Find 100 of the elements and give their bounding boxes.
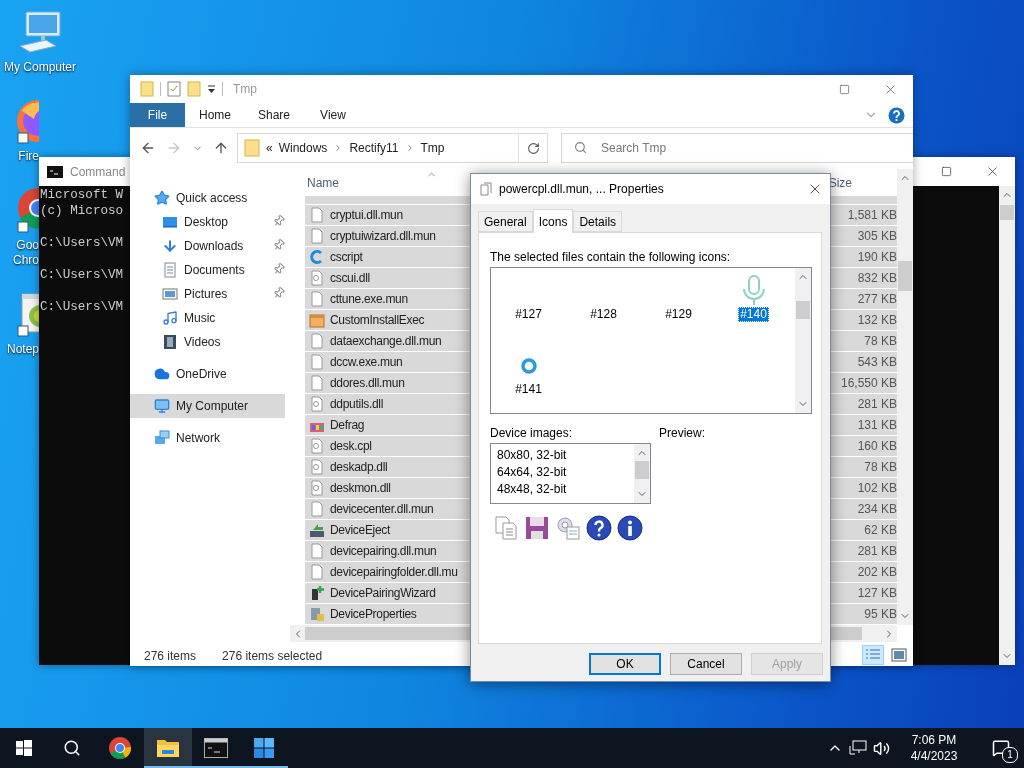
close-icon[interactable] — [883, 82, 898, 97]
icon-label[interactable]: #129 — [663, 307, 694, 322]
file-size: 543 KB — [857, 355, 897, 369]
file-name: dccw.exe.mun — [330, 355, 403, 369]
file-size: 281 KB — [857, 544, 897, 558]
chrome-icon[interactable] — [108, 736, 132, 760]
scrollbar-thumb[interactable] — [1000, 205, 1014, 220]
help-icon[interactable] — [888, 106, 905, 124]
dropdown-icon[interactable] — [207, 84, 216, 94]
icon-label[interactable]: #140 — [738, 307, 769, 322]
network-icon — [154, 430, 170, 446]
address-bar[interactable]: « Windows Rectify11 Tmp — [237, 133, 548, 163]
close-icon[interactable] — [985, 164, 1000, 179]
file-size: 1,581 KB — [847, 208, 897, 222]
folder-icon[interactable] — [156, 737, 180, 759]
icon-label[interactable]: #127 — [513, 307, 544, 322]
file-size: 127 KB — [857, 586, 897, 600]
ribbon-tab[interactable]: Home — [186, 103, 244, 127]
picture-icon — [162, 286, 178, 302]
icon-label[interactable]: #141 — [513, 382, 544, 397]
file-name: ddores.dll.mun — [330, 376, 405, 390]
file-name: DeviceProperties — [330, 607, 417, 621]
nav-item[interactable]: Desktop — [130, 210, 285, 234]
breadcrumb-overflow[interactable]: « — [266, 141, 273, 155]
list-item[interactable]: 48x48, 32-bit — [497, 481, 634, 498]
scrollbar-thumb[interactable] — [635, 461, 649, 479]
scrollbar[interactable] — [999, 186, 1015, 665]
copy-icon[interactable] — [494, 515, 518, 541]
dialog-button[interactable]: Cancel — [670, 653, 742, 675]
file-menu-tab[interactable]: File — [130, 103, 185, 127]
refresh-icon[interactable] — [526, 141, 540, 155]
list-item[interactable]: 64x64, 32-bit — [497, 464, 634, 481]
file-size: 202 KB — [857, 565, 897, 579]
list-item[interactable]: 80x80, 32-bit — [497, 447, 634, 464]
scrollbar-thumb[interactable] — [796, 301, 810, 319]
breadcrumb[interactable]: Tmp — [420, 141, 445, 155]
tab[interactable]: Icons — [532, 209, 574, 233]
maximize-icon[interactable] — [941, 166, 952, 177]
search-field[interactable]: Search Tmp — [561, 133, 913, 163]
nav-item[interactable]: Videos — [130, 330, 285, 354]
device-images-label: Device images: — [490, 426, 574, 440]
maximize-icon[interactable] — [839, 84, 850, 95]
breadcrumb[interactable]: Windows — [278, 141, 328, 155]
scrollbar[interactable] — [634, 444, 650, 503]
gear-document-icon[interactable] — [555, 515, 581, 541]
nav-item[interactable]: Downloads — [130, 234, 285, 258]
breadcrumb[interactable]: Rectify11 — [349, 141, 399, 155]
volume-icon[interactable] — [873, 739, 890, 757]
clock[interactable]: 7:06 PM 4/4/2023 — [896, 732, 972, 764]
film-icon — [162, 334, 178, 350]
item-count: 276 items — [144, 648, 197, 663]
scrollbar[interactable] — [897, 169, 913, 625]
drive-eject-icon — [309, 522, 325, 538]
file-name: dataexchange.dll.mun — [330, 334, 442, 348]
console-line: Microsoft W — [40, 187, 124, 203]
file-size: 78 KB — [864, 334, 897, 348]
firefox-icon[interactable] — [14, 97, 39, 145]
nav-item[interactable]: My Computer — [130, 394, 285, 418]
search-icon[interactable] — [63, 739, 81, 757]
nav-item[interactable]: Pictures — [130, 282, 285, 306]
properties-icon[interactable] — [167, 81, 181, 97]
file-size: 95 KB — [864, 607, 897, 621]
windows-logo-icon[interactable] — [16, 740, 32, 756]
column-header[interactable]: Name — [307, 175, 339, 190]
ring-icon — [520, 358, 537, 374]
console-line: (c) Microso — [40, 203, 124, 219]
file-size: 281 KB — [857, 397, 897, 411]
ribbon-tab[interactable]: Share — [245, 103, 303, 127]
ribbon-tab[interactable]: View — [304, 103, 362, 127]
notifications-button[interactable]: 1 — [978, 728, 1024, 768]
tab[interactable]: Details — [573, 211, 623, 232]
nav-item[interactable]: Quick access — [130, 186, 285, 210]
tiles-icon[interactable] — [253, 737, 275, 759]
file-size: 160 KB — [857, 439, 897, 453]
network-icon[interactable] — [849, 740, 867, 756]
scrollbar[interactable] — [795, 268, 811, 413]
file-name: deskadp.dll — [330, 460, 388, 474]
selection-count: 276 items selected — [222, 648, 323, 663]
terminal-icon[interactable] — [204, 738, 228, 758]
up-icon[interactable] — [213, 140, 229, 156]
file-name: CustomInstallExec — [330, 313, 425, 327]
nav-item[interactable]: Music — [130, 306, 285, 330]
icon-label[interactable]: #128 — [588, 307, 619, 322]
help-icon[interactable] — [586, 515, 612, 541]
file-size: 16,550 KB — [840, 376, 897, 390]
file-name: desk.cpl — [330, 439, 372, 453]
music-note-icon — [162, 310, 178, 326]
file-name: ddputils.dll — [330, 397, 384, 411]
device-plus-icon — [309, 585, 325, 601]
nav-item[interactable]: Documents — [130, 258, 285, 282]
back-icon[interactable] — [140, 140, 156, 156]
nav-item[interactable]: OneDrive — [130, 362, 285, 386]
scrollbar-thumb[interactable] — [898, 261, 912, 291]
copy-icon — [480, 182, 493, 196]
info-icon[interactable] — [617, 515, 643, 541]
dialog-button[interactable]: OK — [589, 653, 661, 675]
nav-item[interactable]: Network — [130, 426, 285, 450]
taskbar-button[interactable] — [144, 728, 192, 768]
save-icon[interactable] — [525, 516, 549, 540]
tab[interactable]: General — [478, 211, 533, 232]
